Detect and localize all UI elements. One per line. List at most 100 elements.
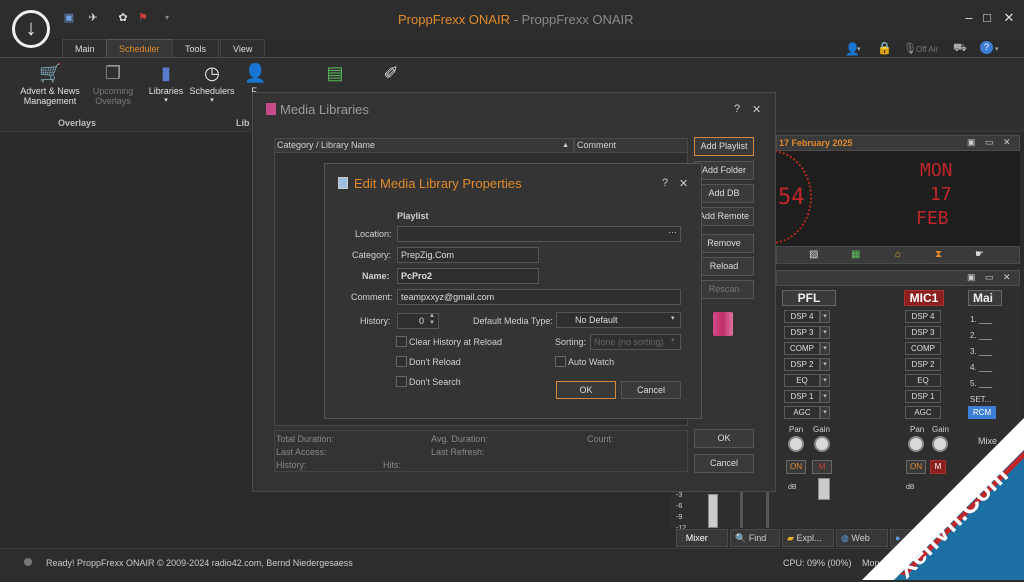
pfl-dsp3-button[interactable]: DSP 3 bbox=[784, 326, 820, 339]
pfl-on-button[interactable]: ON bbox=[786, 460, 806, 474]
playlist-button[interactable]: ▤ bbox=[322, 62, 348, 86]
tab-tools[interactable]: Tools bbox=[172, 39, 220, 58]
location-field[interactable] bbox=[397, 226, 681, 242]
pfl-fader-handle[interactable] bbox=[818, 478, 830, 500]
microphone-icon[interactable]: 🎙 bbox=[903, 42, 917, 55]
add-playlist-button[interactable]: Add Playlist bbox=[694, 137, 754, 156]
auto-watch-checkbox[interactable] bbox=[555, 356, 566, 367]
quick-access-dropdown-icon[interactable]: ▾ bbox=[160, 11, 174, 25]
advert-news-button[interactable]: 🛒 Advert & News Management bbox=[16, 62, 84, 106]
tab-web[interactable]: ◍ Web bbox=[836, 529, 888, 547]
settings-icon[interactable]: ✿ bbox=[116, 11, 130, 25]
run-icon[interactable]: ✈ bbox=[86, 11, 100, 25]
pfl-dsp1-button[interactable]: DSP 1 bbox=[784, 390, 820, 403]
pfl-eq-button[interactable]: EQ bbox=[784, 374, 820, 387]
comment-field[interactable]: teampxxyz@gmail.com bbox=[397, 289, 681, 305]
default-media-type-select[interactable]: No Default bbox=[556, 312, 681, 328]
left-fader-handle[interactable] bbox=[708, 494, 718, 528]
tab-scheduler[interactable]: Scheduler bbox=[106, 39, 173, 58]
mixer-pin-icon[interactable]: ▣ bbox=[967, 272, 976, 283]
mic1-pan-knob[interactable] bbox=[908, 436, 924, 452]
flag-icon[interactable]: ⚑ bbox=[136, 11, 150, 25]
schedulers-button[interactable]: ◷ Schedulers ▾ bbox=[189, 62, 235, 104]
tab-track[interactable]: ▤ Trac... bbox=[948, 529, 1000, 547]
mic1-on-button[interactable]: ON bbox=[906, 460, 926, 474]
panel-restore-icon[interactable]: ▭ bbox=[985, 137, 994, 148]
lock-icon[interactable]: 🔒 bbox=[877, 41, 892, 55]
mic1-eq-button[interactable]: EQ bbox=[905, 374, 941, 387]
reload-button[interactable]: Reload bbox=[694, 257, 754, 276]
rcm-button[interactable]: RCM bbox=[968, 406, 996, 419]
category-field[interactable]: PrepZig.Com bbox=[397, 247, 539, 263]
add-db-button[interactable]: Add DB bbox=[694, 184, 754, 203]
mixer-close-icon[interactable]: ✕ bbox=[1003, 272, 1011, 283]
mic1-agc-button[interactable]: AGC bbox=[905, 406, 941, 419]
tab-find[interactable]: 🔍 Find bbox=[730, 529, 780, 547]
doc-icon[interactable]: ▧ bbox=[809, 249, 818, 260]
list-icon[interactable]: ▦ bbox=[851, 249, 860, 260]
hourglass-icon[interactable]: ⧗ bbox=[935, 249, 942, 260]
location-browse-button[interactable]: ··· bbox=[668, 227, 677, 237]
close-button[interactable]: ✕ bbox=[1000, 10, 1018, 26]
remove-button[interactable]: Remove bbox=[694, 234, 754, 253]
mic1-gain-knob[interactable] bbox=[932, 436, 948, 452]
app-logo-icon[interactable]: ↓ bbox=[12, 10, 50, 48]
remote-button[interactable]: ✐ bbox=[378, 62, 404, 86]
dont-reload-checkbox[interactable] bbox=[396, 356, 407, 367]
main-list-item[interactable]: 3. ___ bbox=[970, 344, 992, 360]
column-header-comment[interactable]: Comment bbox=[574, 138, 688, 153]
pfl-dsp3-dropdown[interactable]: ▾ bbox=[820, 326, 830, 339]
rescan-button[interactable]: Rescan bbox=[694, 280, 754, 299]
column-header-name[interactable]: Category / Library Name ▲ bbox=[274, 138, 574, 153]
pfl-gain-knob[interactable] bbox=[814, 436, 830, 452]
tab-main[interactable]: Main bbox=[62, 39, 108, 58]
pfl-dsp2-dropdown[interactable]: ▾ bbox=[820, 358, 830, 371]
edit-properties-cancel-button[interactable]: Cancel bbox=[621, 381, 681, 399]
tab-view[interactable]: View bbox=[220, 39, 266, 58]
media-libraries-close-button[interactable]: ✕ bbox=[752, 103, 761, 116]
minimize-button[interactable]: – bbox=[960, 10, 978, 26]
pfl-eq-dropdown[interactable]: ▾ bbox=[820, 374, 830, 387]
home-icon[interactable]: ⌂ bbox=[895, 249, 901, 260]
pfl-comp-button[interactable]: COMP bbox=[784, 342, 820, 355]
mic1-dsp1-button[interactable]: DSP 1 bbox=[905, 390, 941, 403]
default-media-type-dropdown-icon[interactable]: ▾ bbox=[671, 314, 675, 322]
sorting-select[interactable]: None (no sorting) bbox=[590, 334, 681, 350]
user-dropdown-icon[interactable]: ▾ bbox=[857, 45, 861, 53]
panel-pin-icon[interactable]: ▣ bbox=[967, 137, 976, 148]
main-list-item[interactable]: 2. ___ bbox=[970, 328, 992, 344]
help-icon[interactable]: ? bbox=[980, 41, 993, 54]
pfl-agc-dropdown[interactable]: ▾ bbox=[820, 406, 830, 419]
pfl-dsp4-button[interactable]: DSP 4 bbox=[784, 310, 820, 323]
mic1-dsp4-button[interactable]: DSP 4 bbox=[905, 310, 941, 323]
sorting-dropdown-icon[interactable]: ▾ bbox=[671, 336, 675, 344]
mixer-restore-icon[interactable]: ▭ bbox=[985, 272, 994, 283]
save-icon[interactable]: ▣ bbox=[62, 11, 76, 25]
main-list-item[interactable]: 1. ___ bbox=[970, 312, 992, 328]
pfl-comp-dropdown[interactable]: ▾ bbox=[820, 342, 830, 355]
ribbon-f-button[interactable]: 👤 F bbox=[244, 62, 266, 96]
pfl-agc-button[interactable]: AGC bbox=[784, 406, 820, 419]
mic1-dsp2-button[interactable]: DSP 2 bbox=[905, 358, 941, 371]
pfl-mute-button[interactable]: M bbox=[812, 460, 832, 474]
pfl-pan-knob[interactable] bbox=[788, 436, 804, 452]
main-list-item[interactable]: 4. ___ bbox=[970, 360, 992, 376]
edit-properties-ok-button[interactable]: OK bbox=[556, 381, 616, 399]
add-remote-button[interactable]: Add Remote bbox=[694, 207, 754, 226]
clear-history-checkbox[interactable] bbox=[396, 336, 407, 347]
hand-icon[interactable]: ☛ bbox=[975, 249, 984, 260]
mic1-comp-button[interactable]: COMP bbox=[905, 342, 941, 355]
media-libraries-ok-button[interactable]: OK bbox=[694, 429, 754, 448]
car-icon[interactable]: ⛟ bbox=[953, 42, 967, 56]
panel-close-icon[interactable]: ✕ bbox=[1003, 137, 1011, 148]
tab-explorer[interactable]: ▰ Expl... bbox=[782, 529, 834, 547]
dont-search-checkbox[interactable] bbox=[396, 376, 407, 387]
help-dropdown-icon[interactable]: ▾ bbox=[995, 45, 999, 53]
pfl-dsp1-dropdown[interactable]: ▾ bbox=[820, 390, 830, 403]
media-libraries-help-button[interactable]: ? bbox=[734, 103, 740, 115]
mic1-dsp3-button[interactable]: DSP 3 bbox=[905, 326, 941, 339]
maximize-button[interactable]: □ bbox=[978, 10, 996, 26]
upcoming-overlays-button[interactable]: ❐ Upcoming Overlays bbox=[88, 62, 138, 106]
mic1-mute-button[interactable]: M bbox=[930, 460, 946, 474]
tab-hidden[interactable]: ● bbox=[890, 529, 920, 547]
